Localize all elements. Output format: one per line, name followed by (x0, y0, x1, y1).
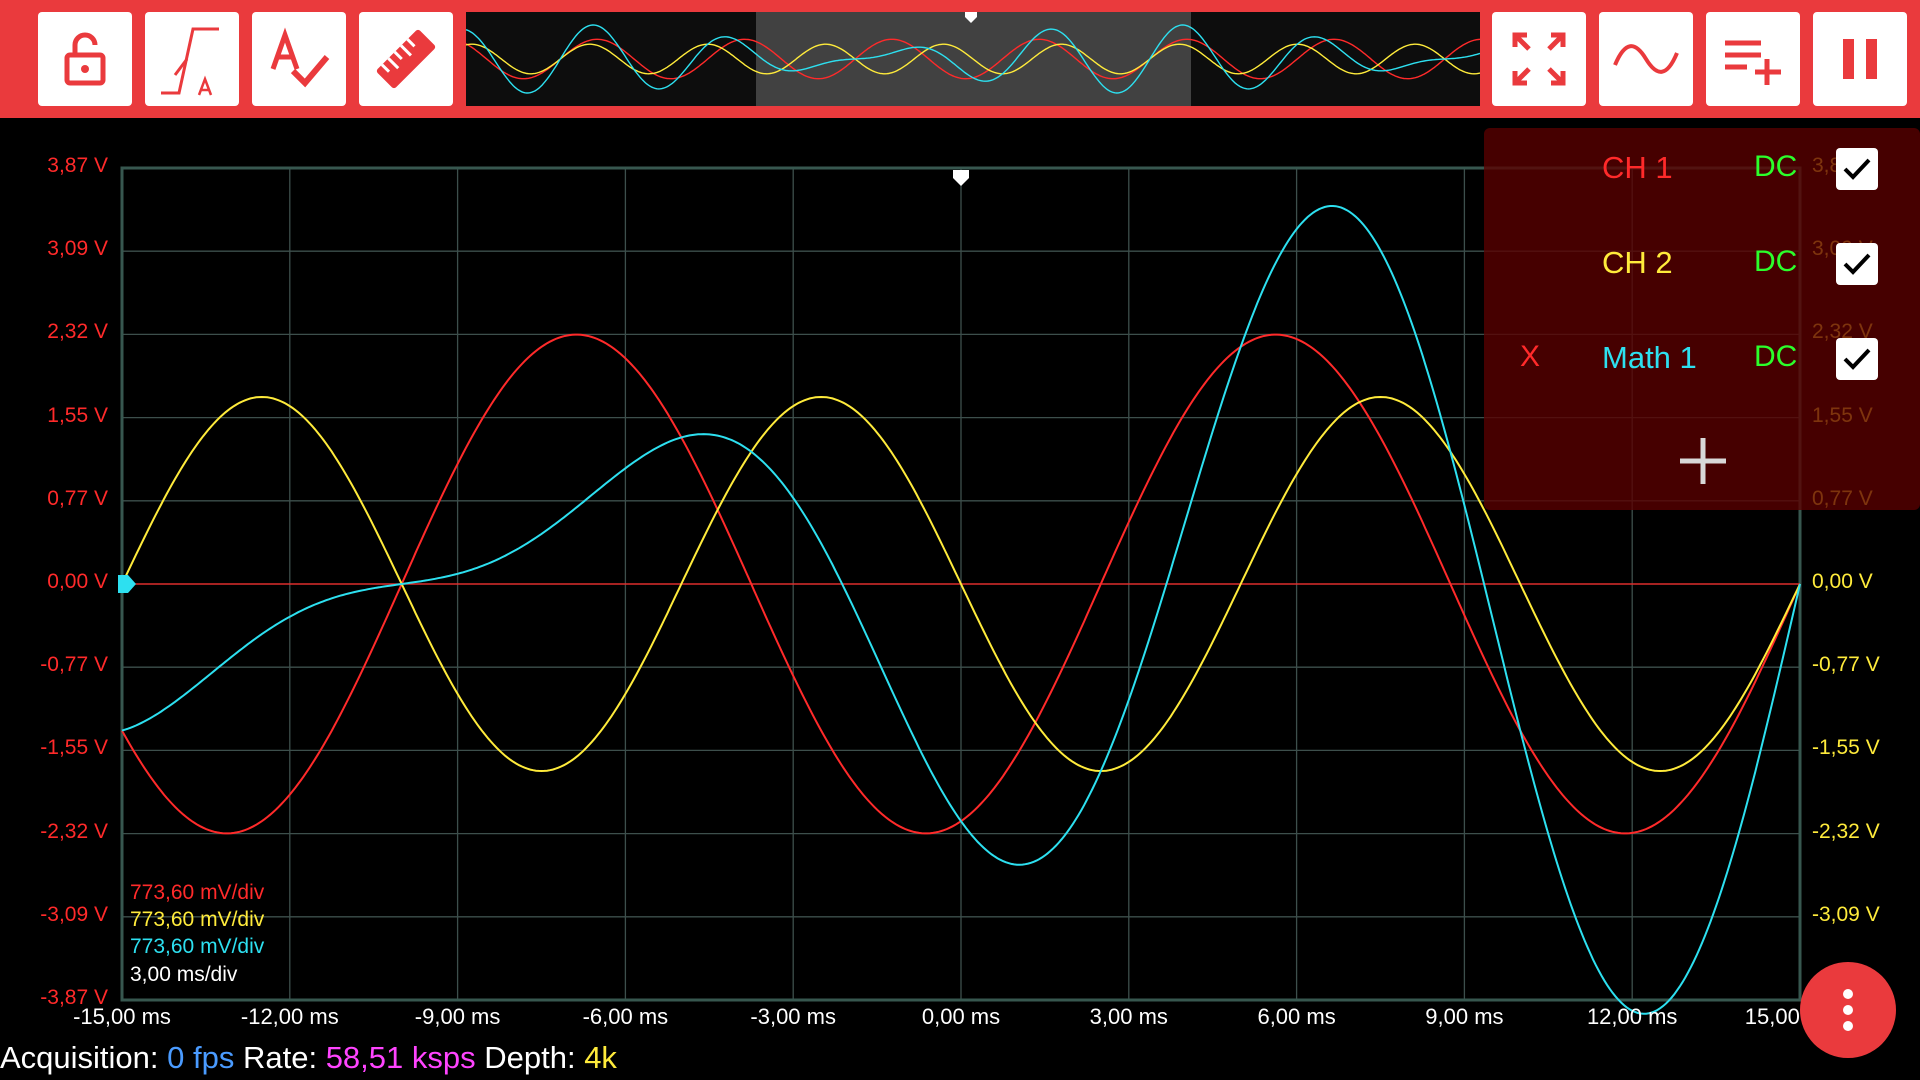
coupling-label[interactable]: DC (1754, 245, 1797, 279)
status-bar: Acquisition: 0 fps Rate: 58,51 ksps Dept… (0, 1040, 617, 1080)
fit-screen-button[interactable] (1492, 12, 1586, 106)
channel-enable-checkbox[interactable] (1836, 243, 1878, 285)
x-tick-label: 12,00 ms (1586, 1004, 1678, 1029)
y-tick-label-left: 0,77 V (47, 486, 108, 510)
depth-label: Depth: (475, 1040, 585, 1075)
fullscreen-icon (1512, 32, 1566, 86)
more-vert-icon (1843, 989, 1853, 1031)
channel-enable-checkbox[interactable] (1836, 148, 1878, 190)
y-tick-label-right: -1,55 V (1812, 736, 1880, 760)
y-tick-label-left: 3,87 V (47, 154, 108, 177)
waveform-overview[interactable] (466, 12, 1480, 106)
x-tick-label: -12,00 ms (240, 1004, 339, 1029)
y-tick-label-left: 0,00 V (47, 570, 108, 593)
channel-name[interactable]: Math 1 (1602, 340, 1697, 376)
pause-icon (1843, 39, 1877, 79)
x-tick-label: -6,00 ms (582, 1004, 669, 1029)
check-icon (1843, 253, 1871, 275)
overview-ch2-trace (466, 43, 1480, 75)
y-tick-label-left: 2,32 V (47, 320, 108, 344)
acquisition-value: 0 fps (167, 1040, 235, 1075)
lock-button[interactable] (38, 12, 132, 106)
more-options-button[interactable] (1800, 962, 1896, 1058)
y-tick-label-right: 0,00 V (1812, 570, 1873, 593)
y-tick-label-right: -0,77 V (1812, 653, 1880, 677)
y-tick-label-left: -2,32 V (40, 819, 108, 843)
remove-channel-button[interactable]: X (1520, 340, 1540, 374)
rate-label: Rate: (234, 1040, 326, 1075)
x-tick-label: 3,00 ms (1089, 1004, 1168, 1029)
x-tick-label: 0,00 ms (921, 1004, 1001, 1029)
coupling-label[interactable]: DC (1754, 340, 1797, 374)
x-tick-label: -3,00 ms (750, 1004, 836, 1029)
ch1-scale-label: 773,60 mV/div (130, 881, 265, 904)
playlist-add-icon (1725, 40, 1781, 85)
coupling-label[interactable]: DC (1754, 150, 1797, 184)
y-tick-label-left: -3,09 V (40, 902, 108, 926)
y-tick-label-left: -0,77 V (40, 653, 108, 677)
ch2-scale-label: 773,60 mV/div (130, 908, 265, 931)
ground-level-marker[interactable] (118, 575, 136, 593)
channel-panel: CH 1 DC CH 2 DC X Math 1 DC (1484, 128, 1920, 510)
y-tick-label-right: -2,32 V (1812, 819, 1880, 843)
trigger-auto-icon (161, 27, 219, 96)
timebase-label: 3,00 ms/div (130, 963, 238, 986)
trigger-button[interactable] (145, 12, 239, 106)
x-tick-label: 9,00 ms (1425, 1004, 1504, 1029)
overview-traces (466, 24, 1480, 94)
x-tick-label: 6,00 ms (1257, 1004, 1336, 1029)
add-list-button[interactable] (1706, 12, 1800, 106)
y-tick-label-left: 3,09 V (47, 237, 108, 261)
channel-row-math1[interactable]: X Math 1 DC (1484, 318, 1920, 398)
pause-button[interactable] (1813, 12, 1907, 106)
waveform-button[interactable] (1599, 12, 1693, 106)
plus-icon[interactable] (1676, 434, 1730, 488)
auto-measure-button[interactable] (252, 12, 346, 106)
channel-row-ch2[interactable]: CH 2 DC (1484, 223, 1920, 303)
channel-name[interactable]: CH 2 (1602, 245, 1673, 281)
channel-enable-checkbox[interactable] (1836, 338, 1878, 380)
toolbar (0, 0, 1920, 118)
ruler-icon (376, 29, 436, 89)
x-tick-label: -9,00 ms (414, 1004, 501, 1029)
y-tick-label-right: -3,09 V (1812, 902, 1880, 926)
y-tick-label-left: -1,55 V (40, 736, 108, 760)
check-icon (1843, 158, 1871, 180)
math1-scale-label: 773,60 mV/div (130, 935, 265, 958)
sine-wave-icon (1613, 44, 1679, 74)
text-check-icon (270, 27, 330, 88)
overview-trigger-marker (965, 12, 977, 23)
rate-value: 58,51 ksps (325, 1040, 476, 1075)
channel-row-ch1[interactable]: CH 1 DC (1484, 128, 1920, 208)
check-icon (1843, 348, 1871, 370)
trigger-position-marker[interactable] (953, 170, 969, 186)
y-tick-label-left: 1,55 V (47, 403, 108, 427)
x-tick-label: -15,00 ms (73, 1004, 171, 1029)
unlock-icon (64, 32, 106, 86)
depth-value: 4k (584, 1040, 617, 1075)
channel-name[interactable]: CH 1 (1602, 150, 1673, 186)
measure-button[interactable] (359, 12, 453, 106)
acquisition-label: Acquisition: (0, 1040, 168, 1075)
